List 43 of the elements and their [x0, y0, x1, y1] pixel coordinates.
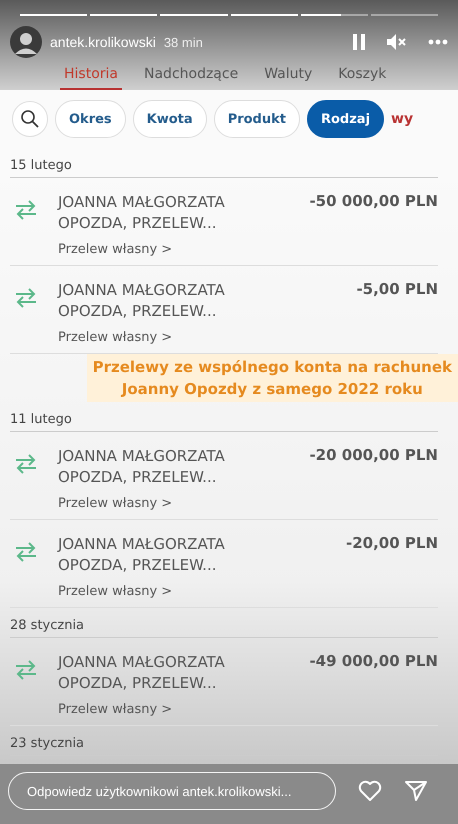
search-icon	[20, 109, 40, 129]
transfer-type-link[interactable]: Przelew własny >	[58, 242, 172, 257]
transfer-type-link[interactable]: Przelew własny >	[58, 496, 172, 511]
reply-field[interactable]: Odpowiedz użytkownikowi antek.krolikowski...	[8, 772, 336, 810]
filter-chip[interactable]: Produkt	[214, 100, 300, 138]
date-heading: 15 lutego	[10, 158, 72, 173]
transfer-type-link[interactable]: Przelew własny >	[58, 584, 172, 599]
send-icon[interactable]	[404, 780, 428, 802]
story-caption: Przelewy ze wspólnego konta na rachunek Joanny Opozdy z samego 2022 roku	[86, 354, 458, 402]
speaker-icon[interactable]	[386, 33, 408, 51]
heart-icon[interactable]	[358, 780, 382, 802]
post-time: 38 min	[164, 34, 203, 50]
amount: -5,00 PLN	[356, 280, 438, 300]
payee-name: JOANNA MAŁGORZATA OPOZDA, PRZELEW...	[58, 652, 225, 694]
amount: -49 000,00 PLN	[309, 652, 438, 672]
clear-link[interactable]: wy	[391, 111, 414, 127]
date-heading: 28 stycznia	[10, 618, 84, 633]
more-icon[interactable]	[428, 39, 448, 45]
date-heading: 23 stycznia	[10, 736, 84, 751]
tab[interactable]: Waluty	[260, 64, 316, 90]
filter-chip[interactable]: Okres	[55, 100, 126, 138]
date-heading: 11 lutego	[10, 412, 72, 427]
amount: -50 000,00 PLN	[309, 192, 438, 212]
amount: -20,00 PLN	[346, 534, 438, 554]
filter-chip[interactable]: Rodzaj	[306, 100, 384, 138]
filter-chip[interactable]: Kwota	[132, 100, 207, 138]
payee-name: JOANNA MAŁGORZATA OPOZDA, PRZELEW...	[58, 280, 225, 322]
transfer-type-link[interactable]: Przelew własny >	[58, 330, 172, 345]
avatar-icon[interactable]	[10, 26, 42, 58]
transfer-type-link[interactable]: Przelew własny >	[58, 702, 172, 717]
transfer-icon	[14, 658, 38, 682]
payee-name: JOANNA MAŁGORZATA OPOZDA, PRZELEW...	[58, 192, 225, 234]
search-button[interactable]	[12, 101, 48, 137]
transfer-icon	[14, 198, 38, 222]
transfer-icon	[14, 540, 38, 564]
pause-icon[interactable]	[352, 33, 366, 51]
tab[interactable]: Nadchodzące	[140, 64, 242, 90]
transfer-icon	[14, 452, 38, 476]
tab[interactable]: Koszyk	[334, 64, 390, 90]
payee-name: JOANNA MAŁGORZATA OPOZDA, PRZELEW...	[58, 446, 225, 488]
amount: -20 000,00 PLN	[309, 446, 438, 466]
payee-name: JOANNA MAŁGORZATA OPOZDA, PRZELEW...	[58, 534, 225, 576]
transfer-icon	[14, 286, 38, 310]
